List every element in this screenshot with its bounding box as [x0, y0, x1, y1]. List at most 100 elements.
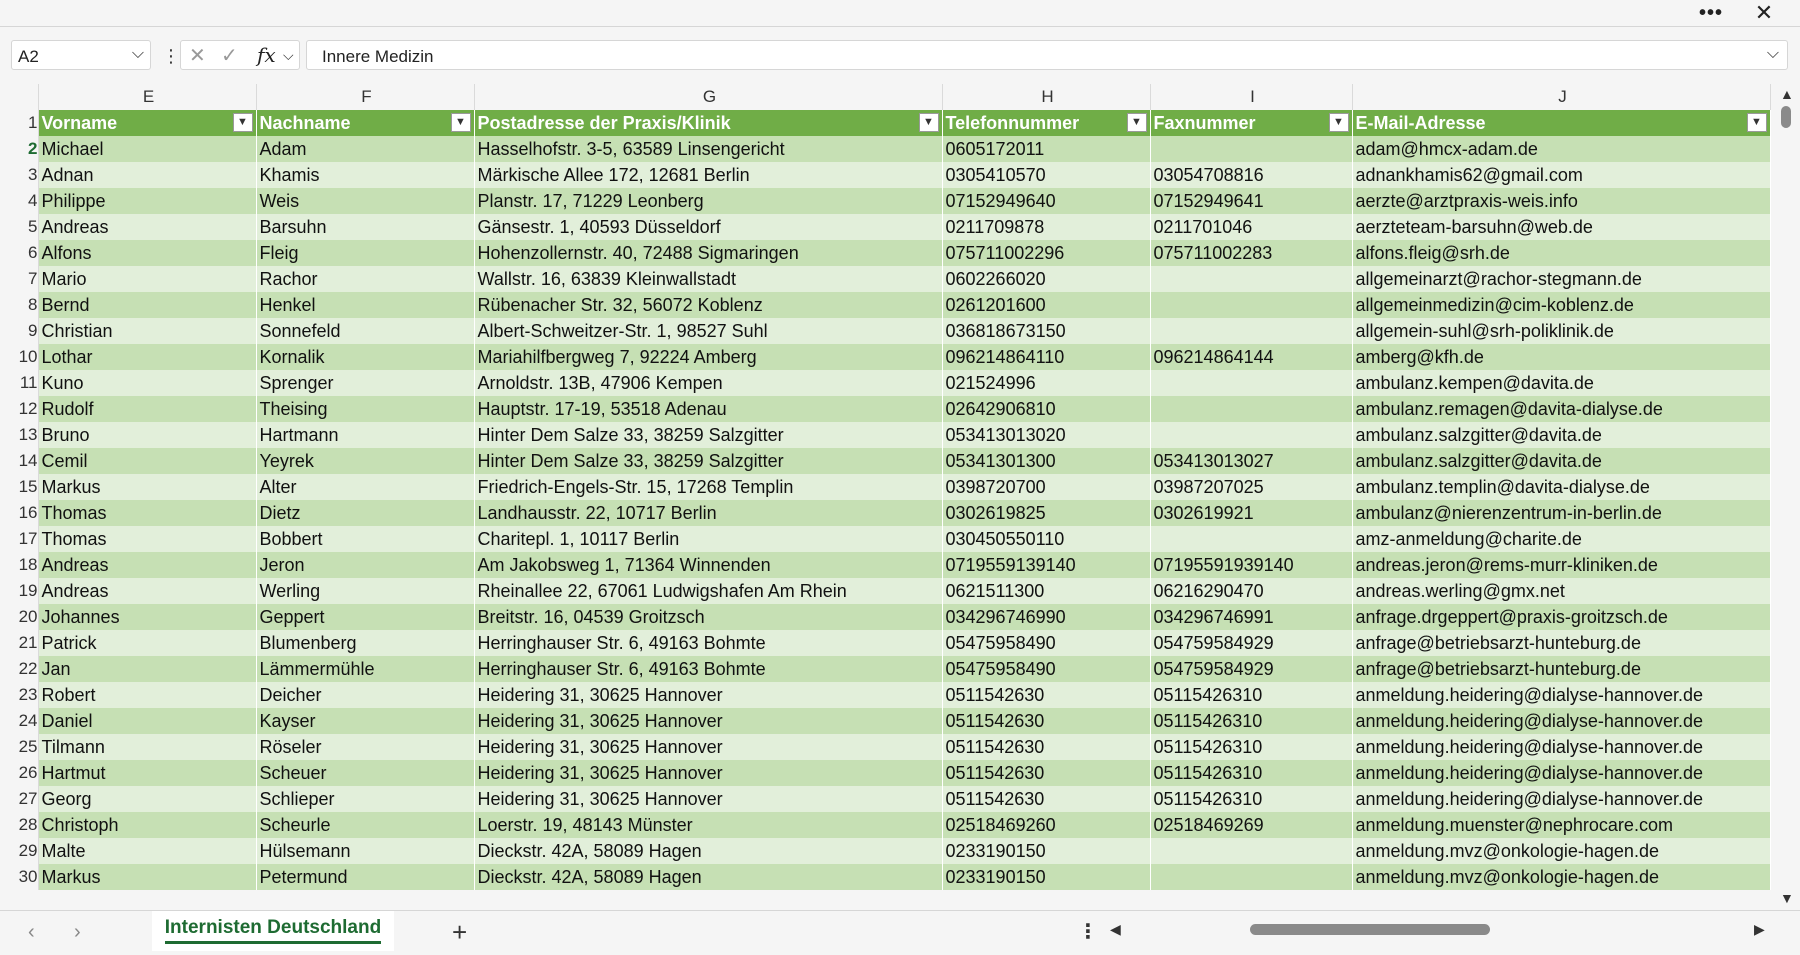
cell-faxnummer[interactable]: 054759584929: [1150, 656, 1353, 682]
row-number[interactable]: 6: [0, 240, 39, 266]
cell-vorname[interactable]: Markus: [38, 474, 257, 500]
row-number[interactable]: 17: [0, 526, 39, 552]
cell-vorname[interactable]: Christian: [38, 318, 257, 344]
name-box[interactable]: A2 ⌵: [11, 40, 151, 70]
cell-vorname[interactable]: Thomas: [38, 500, 257, 526]
cell-nachname[interactable]: Barsuhn: [256, 214, 475, 240]
cell-faxnummer[interactable]: 0211701046: [1150, 214, 1353, 240]
cell-email[interactable]: andreas.jeron@rems-murr-kliniken.de: [1352, 552, 1771, 578]
cell-vorname[interactable]: Bruno: [38, 422, 257, 448]
row-number[interactable]: 7: [0, 266, 39, 292]
previous-sheet-icon[interactable]: ‹: [28, 921, 35, 944]
cell-email[interactable]: ambulanz.remagen@davita-dialyse.de: [1352, 396, 1771, 422]
cell-postadresse[interactable]: Hohenzollernstr. 40, 72488 Sigmaringen: [474, 240, 943, 266]
cell-telefonnummer[interactable]: 0605172011: [942, 136, 1151, 162]
scroll-right-icon[interactable]: ▶: [1754, 921, 1765, 938]
cell-email[interactable]: alfons.fleig@srh.de: [1352, 240, 1771, 266]
row-number[interactable]: 12: [0, 396, 39, 422]
column-header-h[interactable]: H: [942, 84, 1151, 110]
next-sheet-icon[interactable]: ›: [74, 921, 81, 944]
row-number[interactable]: 8: [0, 292, 39, 318]
cell-faxnummer[interactable]: [1150, 292, 1353, 318]
cell-vorname[interactable]: Thomas: [38, 526, 257, 552]
row-number[interactable]: 13: [0, 422, 39, 448]
cell-telefonnummer[interactable]: 0621511300: [942, 578, 1151, 604]
plus-icon[interactable]: +: [452, 917, 467, 948]
cell-telefonnummer[interactable]: 0511542630: [942, 682, 1151, 708]
cell-postadresse[interactable]: Albert-Schweitzer-Str. 1, 98527 Suhl: [474, 318, 943, 344]
row-number[interactable]: 27: [0, 786, 39, 812]
row-number[interactable]: 16: [0, 500, 39, 526]
row-number[interactable]: 11: [0, 370, 39, 396]
cell-vorname[interactable]: Georg: [38, 786, 257, 812]
column-header-f[interactable]: F: [256, 84, 475, 110]
cell-postadresse[interactable]: Landhausstr. 22, 10717 Berlin: [474, 500, 943, 526]
cell-telefonnummer[interactable]: 075711002296: [942, 240, 1151, 266]
cell-email[interactable]: adnankhamis62@gmail.com: [1352, 162, 1771, 188]
confirm-icon[interactable]: ✓: [221, 43, 238, 68]
cell-telefonnummer[interactable]: 0602266020: [942, 266, 1151, 292]
cell-nachname[interactable]: Kayser: [256, 708, 475, 734]
cell-telefonnummer[interactable]: 05475958490: [942, 656, 1151, 682]
cell-email[interactable]: aerzte@arztpraxis-weis.info: [1352, 188, 1771, 214]
cell-email[interactable]: anmeldung.heidering@dialyse-hannover.de: [1352, 786, 1771, 812]
cell-nachname[interactable]: Hülsemann: [256, 838, 475, 864]
cell-telefonnummer[interactable]: 07152949640: [942, 188, 1151, 214]
cell-postadresse[interactable]: Gänsestr. 1, 40593 Düsseldorf: [474, 214, 943, 240]
cell-vorname[interactable]: Adnan: [38, 162, 257, 188]
vertical-scroll-thumb[interactable]: [1781, 106, 1791, 128]
close-icon[interactable]: ✕: [1748, 0, 1780, 26]
cell-email[interactable]: ambulanz.salzgitter@davita.de: [1352, 422, 1771, 448]
column-header-j[interactable]: J: [1352, 84, 1771, 110]
chevron-down-icon[interactable]: ⌵: [283, 47, 294, 64]
cell-nachname[interactable]: Petermund: [256, 864, 475, 890]
cell-telefonnummer[interactable]: 096214864110: [942, 344, 1151, 370]
cell-faxnummer[interactable]: 054759584929: [1150, 630, 1353, 656]
formula-input[interactable]: Innere Medizin ⌵: [306, 40, 1788, 70]
cell-vorname[interactable]: Robert: [38, 682, 257, 708]
cell-postadresse[interactable]: Am Jakobsweg 1, 71364 Winnenden: [474, 552, 943, 578]
cell-telefonnummer[interactable]: 02642906810: [942, 396, 1151, 422]
cell-nachname[interactable]: Bobbert: [256, 526, 475, 552]
cell-nachname[interactable]: Hartmann: [256, 422, 475, 448]
cell-vorname[interactable]: Jan: [38, 656, 257, 682]
cell-postadresse[interactable]: Heidering 31, 30625 Hannover: [474, 682, 943, 708]
cell-telefonnummer[interactable]: 030450550110: [942, 526, 1151, 552]
cell-nachname[interactable]: Dietz: [256, 500, 475, 526]
cell-telefonnummer[interactable]: 0511542630: [942, 786, 1151, 812]
cell-telefonnummer[interactable]: 0211709878: [942, 214, 1151, 240]
cell-nachname[interactable]: Geppert: [256, 604, 475, 630]
cell-postadresse[interactable]: Hinter Dem Salze 33, 38259 Salzgitter: [474, 422, 943, 448]
cell-email[interactable]: anfrage@betriebsarzt-hunteburg.de: [1352, 630, 1771, 656]
cell-email[interactable]: allgemeinmedizin@cim-koblenz.de: [1352, 292, 1771, 318]
cell-telefonnummer[interactable]: 0511542630: [942, 760, 1151, 786]
cell-postadresse[interactable]: Dieckstr. 42A, 58089 Hagen: [474, 864, 943, 890]
cell-postadresse[interactable]: Hinter Dem Salze 33, 38259 Salzgitter: [474, 448, 943, 474]
cell-vorname[interactable]: Tilmann: [38, 734, 257, 760]
cell-vorname[interactable]: Patrick: [38, 630, 257, 656]
cell-faxnummer[interactable]: [1150, 396, 1353, 422]
cell-vorname[interactable]: Rudolf: [38, 396, 257, 422]
cell-vorname[interactable]: Philippe: [38, 188, 257, 214]
cell-email[interactable]: anfrage.drgeppert@praxis-groitzsch.de: [1352, 604, 1771, 630]
cell-vorname[interactable]: Mario: [38, 266, 257, 292]
cell-nachname[interactable]: Weis: [256, 188, 475, 214]
header-cell-postadresse[interactable]: Postadresse der Praxis/Klinik ▼: [474, 110, 943, 136]
chevron-down-icon[interactable]: ⌵: [132, 45, 144, 63]
row-number[interactable]: 25: [0, 734, 39, 760]
cell-faxnummer[interactable]: [1150, 370, 1353, 396]
cell-faxnummer[interactable]: [1150, 526, 1353, 552]
filter-dropdown-icon[interactable]: ▼: [450, 113, 471, 132]
cell-vorname[interactable]: Daniel: [38, 708, 257, 734]
column-header-g[interactable]: G: [474, 84, 943, 110]
cell-postadresse[interactable]: Heidering 31, 30625 Hannover: [474, 708, 943, 734]
cell-vorname[interactable]: Andreas: [38, 552, 257, 578]
row-number[interactable]: 5: [0, 214, 39, 240]
cell-email[interactable]: adam@hmcx-adam.de: [1352, 136, 1771, 162]
cell-postadresse[interactable]: Dieckstr. 42A, 58089 Hagen: [474, 838, 943, 864]
cell-faxnummer[interactable]: 06216290470: [1150, 578, 1353, 604]
cell-telefonnummer[interactable]: 034296746990: [942, 604, 1151, 630]
select-all-corner[interactable]: [0, 84, 39, 110]
cell-nachname[interactable]: Khamis: [256, 162, 475, 188]
cell-telefonnummer[interactable]: 0511542630: [942, 708, 1151, 734]
